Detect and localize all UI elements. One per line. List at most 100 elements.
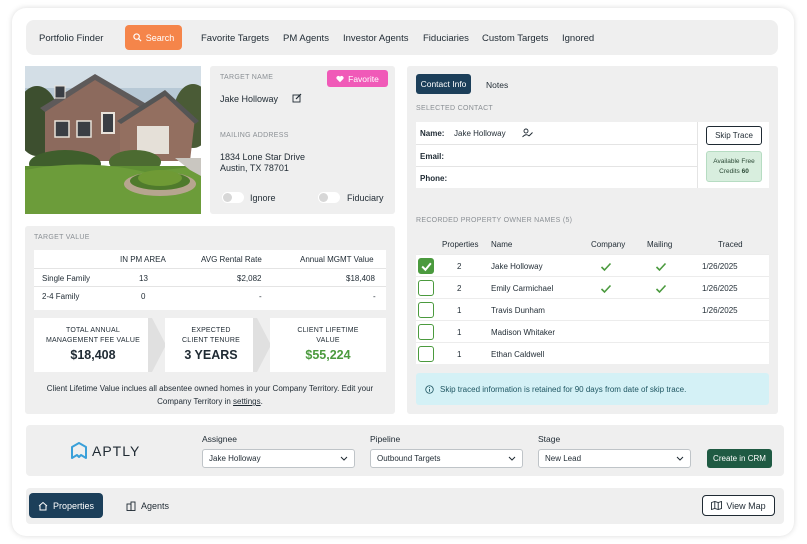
owner-name: Jake Holloway [491, 262, 543, 271]
map-icon [711, 501, 723, 510]
nav-favorite-targets[interactable]: Favorite Targets [201, 33, 269, 44]
total-annual-fee-value: $18,408 [70, 348, 116, 362]
credits-count: 60 [741, 168, 749, 175]
row-avg-rental: $2,082 [237, 274, 262, 283]
summary-title: TOTAL ANNUAL [65, 327, 120, 334]
contact-name-value: Jake Holloway [454, 129, 506, 138]
owner-name: Emily Carmichael [491, 284, 554, 293]
nav-fiduciaries[interactable]: Fiduciaries [423, 33, 469, 44]
aptly-logo-text: APTLY [92, 442, 141, 459]
target-value-table: IN PM AREA AVG Rental Rate Annual MGMT V… [34, 250, 386, 310]
assignee-label: Assignee [202, 434, 237, 444]
user-edit-icon[interactable] [522, 128, 533, 138]
owner-select-checkbox[interactable] [418, 280, 434, 296]
favorite-button[interactable]: Favorite [327, 70, 388, 87]
company-check-icon [600, 262, 612, 274]
address-line2: Austin, TX 78701 [220, 163, 289, 173]
edit-icon[interactable] [292, 93, 302, 103]
owner-properties: 2 [457, 262, 462, 271]
skip-trace-panel: Skip Trace Available Free Credits 60 [697, 122, 769, 188]
stage-label: Stage [538, 434, 561, 444]
table-row[interactable]: 2 Emily Carmichael 1/26/2025 [416, 276, 769, 298]
aptly-logo: APTLY [70, 442, 140, 459]
properties-button-label: Properties [52, 500, 95, 511]
nav-pm-agents[interactable]: PM Agents [283, 33, 329, 44]
owners-table: Properties Name Company Mailing Traced 2… [416, 234, 769, 364]
skip-trace-button[interactable]: Skip Trace [706, 126, 762, 145]
pipeline-value: Outbound Targets [377, 454, 441, 463]
col-header-annual-mgmt: Annual MGMT Value [300, 255, 374, 264]
nav-investor-agents[interactable]: Investor Agents [343, 33, 408, 44]
table-row[interactable]: 1 Travis Dunham 1/26/2025 [416, 298, 769, 320]
owner-select-checkbox[interactable] [418, 346, 434, 362]
row-annual-mgmt: - [373, 292, 376, 301]
ignore-toggle[interactable] [222, 192, 244, 203]
agents-button[interactable]: Agents [126, 501, 169, 511]
owner-name: Travis Dunham [491, 306, 545, 315]
summary-title: CLIENT TENURE [182, 337, 240, 344]
client-lifetime-value: $55,224 [305, 348, 351, 362]
fiduciary-toggle[interactable] [318, 192, 340, 203]
target-card: TARGET NAME Favorite Jake Holloway MAILI… [210, 66, 395, 214]
assignee-select[interactable]: Jake Holloway [202, 449, 355, 468]
chevron-divider [253, 318, 271, 372]
tab-contact-info[interactable]: Contact Info [416, 74, 471, 94]
owner-select-checkbox[interactable] [418, 258, 434, 274]
owner-select-checkbox[interactable] [418, 324, 434, 340]
owner-traced-date: 1/26/2025 [702, 306, 738, 315]
lifetime-note-line1: Client Lifetime Value inclues all absent… [46, 384, 374, 393]
email-label: Email: [420, 152, 445, 161]
col-header-pm-area: IN PM AREA [120, 255, 166, 264]
table-header-row: IN PM AREA AVG Rental Rate Annual MGMT V… [34, 250, 386, 268]
contact-email-row: Email: [416, 144, 697, 166]
view-map-button-label: View Map [726, 500, 766, 511]
owner-properties: 2 [457, 284, 462, 293]
owner-properties: 1 [457, 306, 462, 315]
row-type: 2-4 Family [42, 292, 80, 301]
col-header-company: Company [591, 240, 626, 249]
owner-select-checkbox[interactable] [418, 302, 434, 318]
chevron-down-icon [340, 456, 348, 461]
pipeline-select[interactable]: Outbound Targets [370, 449, 523, 468]
company-check-icon [600, 284, 612, 296]
contact-phone-row: Phone: [416, 166, 697, 188]
stage-select[interactable]: New Lead [538, 449, 691, 468]
row-type: Single Family [42, 274, 91, 283]
agents-button-label: Agents [141, 501, 170, 511]
top-nav: Portfolio Finder Search Favorite Targets… [26, 20, 778, 55]
tab-notes[interactable]: Notes [486, 80, 508, 90]
settings-link[interactable]: settings [233, 397, 261, 406]
home-icon [38, 501, 48, 510]
contact-details: Name: Jake Holloway Email: Phone: [416, 122, 697, 188]
selected-contact-label: SELECTED CONTACT [416, 105, 494, 112]
row-pm-area: 0 [141, 292, 146, 301]
nav-custom-targets[interactable]: Custom Targets [482, 33, 548, 44]
free-credits-badge: Available Free Credits 60 [706, 151, 762, 182]
aptly-logo-icon [71, 442, 87, 459]
lifetime-note-suffix: . [260, 397, 263, 406]
heart-icon [336, 75, 344, 82]
properties-button[interactable]: Properties [29, 493, 103, 518]
table-row[interactable]: 1 Madison Whitaker [416, 320, 769, 342]
mailing-check-icon [655, 284, 667, 296]
chevron-divider [148, 318, 166, 372]
skip-trace-info-text: Skip traced information is retained for … [440, 384, 687, 394]
table-row[interactable]: 1 Ethan Caldwell [416, 342, 769, 364]
phone-label: Phone: [420, 174, 448, 183]
contact-name-row: Name: Jake Holloway [416, 122, 697, 144]
credits-line2: Credits 60 [707, 167, 761, 177]
brand-title: Portfolio Finder [39, 33, 104, 44]
create-in-crm-button[interactable]: Create in CRM [707, 449, 772, 468]
row-avg-rental: - [259, 292, 262, 301]
view-map-button[interactable]: View Map [702, 495, 775, 516]
value-summary: TOTAL ANNUAL MANAGEMENT FEE VALUE $18,40… [34, 318, 386, 372]
target-name: Jake Holloway [220, 94, 279, 104]
nav-ignored[interactable]: Ignored [562, 33, 594, 44]
contact-panel: Contact Info Notes SELECTED CONTACT Name… [407, 66, 778, 414]
search-button[interactable]: Search [125, 25, 182, 50]
expected-tenure-value: 3 YEARS [184, 348, 238, 362]
table-row[interactable]: 2 Jake Holloway 1/26/2025 [416, 254, 769, 276]
owner-properties: 1 [457, 328, 462, 337]
row-annual-mgmt: $18,408 [346, 274, 375, 283]
target-value-card: TARGET VALUE IN PM AREA AVG Rental Rate … [25, 226, 395, 414]
